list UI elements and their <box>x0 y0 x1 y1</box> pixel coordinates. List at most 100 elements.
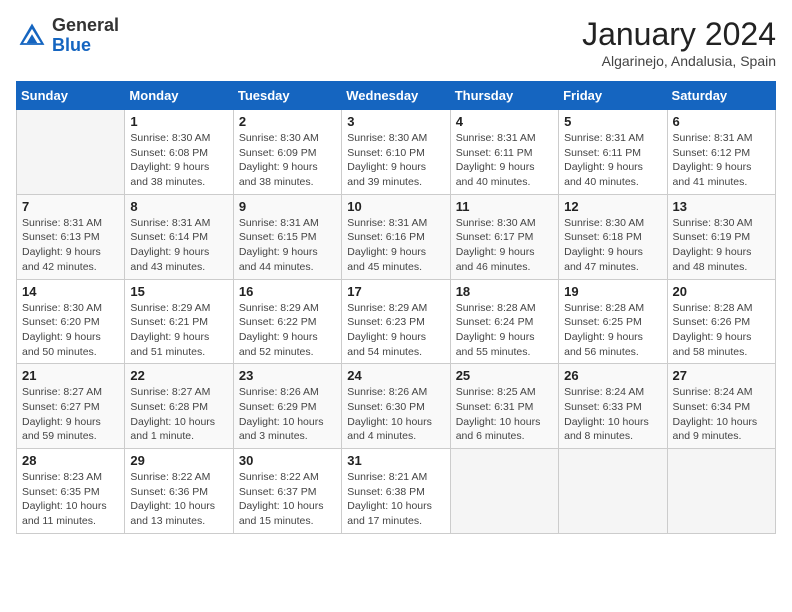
day-info: Sunrise: 8:22 AMSunset: 6:36 PMDaylight:… <box>130 470 227 529</box>
day-number: 26 <box>564 368 661 383</box>
day-number: 12 <box>564 199 661 214</box>
calendar-week-row: 1Sunrise: 8:30 AMSunset: 6:08 PMDaylight… <box>17 110 776 195</box>
page-header: General Blue January 2024 Algarinejo, An… <box>16 16 776 69</box>
weekday-header: Sunday <box>17 82 125 110</box>
calendar-day-cell: 13Sunrise: 8:30 AMSunset: 6:19 PMDayligh… <box>667 194 775 279</box>
day-number: 22 <box>130 368 227 383</box>
calendar-day-cell: 20 Sunrise: 8:28 AMSunset: 6:26 PMDayligh… <box>667 279 775 364</box>
day-info: Sunrise: 8:31 AMSunset: 6:15 PMDaylight:… <box>239 216 336 275</box>
day-info: Sunrise: 8:31 AMSunset: 6:12 PMDaylight:… <box>673 131 770 190</box>
day-number: 7 <box>22 199 119 214</box>
day-number: 15 <box>130 284 227 299</box>
calendar-day-cell: 16 Sunrise: 8:29 AMSunset: 6:22 PMDayligh… <box>233 279 341 364</box>
calendar-day-cell: 18Sunrise: 8:28 AMSunset: 6:24 PMDayligh… <box>450 279 558 364</box>
day-number: 2 <box>239 114 336 129</box>
day-number: 14 <box>22 284 119 299</box>
day-number: 17 <box>347 284 444 299</box>
logo-blue-text: Blue <box>52 35 91 55</box>
weekday-header: Monday <box>125 82 233 110</box>
day-info: Sunrise: 8:30 AMSunset: 6:08 PMDaylight:… <box>130 131 227 190</box>
calendar-day-cell: 31 Sunrise: 8:21 AMSunset: 6:38 PMDayligh… <box>342 449 450 534</box>
day-number: 27 <box>673 368 770 383</box>
day-info: Sunrise: 8:21 AMSunset: 6:38 PMDaylight:… <box>347 470 444 529</box>
logo-general-text: General <box>52 15 119 35</box>
weekday-header: Thursday <box>450 82 558 110</box>
calendar-table: SundayMondayTuesdayWednesdayThursdayFrid… <box>16 81 776 534</box>
day-number: 24 <box>347 368 444 383</box>
day-info: Sunrise: 8:26 AMSunset: 6:29 PMDaylight:… <box>239 385 336 444</box>
calendar-day-cell: 26Sunrise: 8:24 AMSunset: 6:33 PMDayligh… <box>559 364 667 449</box>
day-info: Sunrise: 8:28 AMSunset: 6:25 PMDaylight:… <box>564 301 661 360</box>
day-info: Sunrise: 8:31 AMSunset: 6:11 PMDaylight:… <box>456 131 553 190</box>
day-info: Sunrise: 8:29 AMSunset: 6:21 PMDaylight:… <box>130 301 227 360</box>
calendar-day-cell: 11Sunrise: 8:30 AMSunset: 6:17 PMDayligh… <box>450 194 558 279</box>
calendar-header: SundayMondayTuesdayWednesdayThursdayFrid… <box>17 82 776 110</box>
day-number: 8 <box>130 199 227 214</box>
day-info: Sunrise: 8:28 AMSunset: 6:26 PMDaylight:… <box>673 301 770 360</box>
day-info: Sunrise: 8:23 AMSunset: 6:35 PMDaylight:… <box>22 470 119 529</box>
day-info: Sunrise: 8:24 AMSunset: 6:34 PMDaylight:… <box>673 385 770 444</box>
day-number: 28 <box>22 453 119 468</box>
calendar-day-cell: 4Sunrise: 8:31 AMSunset: 6:11 PMDaylight… <box>450 110 558 195</box>
logo: General Blue <box>16 16 119 56</box>
calendar-day-cell: 9Sunrise: 8:31 AMSunset: 6:15 PMDaylight… <box>233 194 341 279</box>
day-info: Sunrise: 8:26 AMSunset: 6:30 PMDaylight:… <box>347 385 444 444</box>
weekday-header: Tuesday <box>233 82 341 110</box>
calendar-day-cell: 27 Sunrise: 8:24 AMSunset: 6:34 PMDayligh… <box>667 364 775 449</box>
calendar-week-row: 21 Sunrise: 8:27 AMSunset: 6:27 PMDayligh… <box>17 364 776 449</box>
day-info: Sunrise: 8:30 AMSunset: 6:09 PMDaylight:… <box>239 131 336 190</box>
calendar-day-cell: 23 Sunrise: 8:26 AMSunset: 6:29 PMDayligh… <box>233 364 341 449</box>
day-number: 6 <box>673 114 770 129</box>
calendar-week-row: 7 Sunrise: 8:31 AMSunset: 6:13 PMDaylight… <box>17 194 776 279</box>
calendar-day-cell: 25 Sunrise: 8:25 AMSunset: 6:31 PMDayligh… <box>450 364 558 449</box>
day-info: Sunrise: 8:31 AMSunset: 6:13 PMDaylight:… <box>22 216 119 275</box>
day-number: 5 <box>564 114 661 129</box>
day-info: Sunrise: 8:29 AMSunset: 6:23 PMDaylight:… <box>347 301 444 360</box>
day-info: Sunrise: 8:27 AMSunset: 6:28 PMDaylight:… <box>130 385 227 444</box>
day-info: Sunrise: 8:30 AMSunset: 6:10 PMDaylight:… <box>347 131 444 190</box>
calendar-day-cell: 7 Sunrise: 8:31 AMSunset: 6:13 PMDaylight… <box>17 194 125 279</box>
day-number: 31 <box>347 453 444 468</box>
day-info: Sunrise: 8:30 AMSunset: 6:18 PMDaylight:… <box>564 216 661 275</box>
logo-icon <box>16 20 48 52</box>
day-number: 25 <box>456 368 553 383</box>
calendar-body: 1Sunrise: 8:30 AMSunset: 6:08 PMDaylight… <box>17 110 776 534</box>
day-number: 10 <box>347 199 444 214</box>
day-info: Sunrise: 8:30 AMSunset: 6:20 PMDaylight:… <box>22 301 119 360</box>
calendar-day-cell <box>17 110 125 195</box>
calendar-day-cell: 2 Sunrise: 8:30 AMSunset: 6:09 PMDaylight… <box>233 110 341 195</box>
day-number: 19 <box>564 284 661 299</box>
calendar-day-cell: 6 Sunrise: 8:31 AMSunset: 6:12 PMDaylight… <box>667 110 775 195</box>
weekday-header: Saturday <box>667 82 775 110</box>
calendar-week-row: 28 Sunrise: 8:23 AMSunset: 6:35 PMDayligh… <box>17 449 776 534</box>
calendar-day-cell: 3 Sunrise: 8:30 AMSunset: 6:10 PMDaylight… <box>342 110 450 195</box>
calendar-day-cell <box>450 449 558 534</box>
day-number: 23 <box>239 368 336 383</box>
calendar-day-cell: 12 Sunrise: 8:30 AMSunset: 6:18 PMDayligh… <box>559 194 667 279</box>
calendar-day-cell: 14 Sunrise: 8:30 AMSunset: 6:20 PMDayligh… <box>17 279 125 364</box>
calendar-day-cell: 8 Sunrise: 8:31 AMSunset: 6:14 PMDaylight… <box>125 194 233 279</box>
day-number: 30 <box>239 453 336 468</box>
day-info: Sunrise: 8:25 AMSunset: 6:31 PMDaylight:… <box>456 385 553 444</box>
day-number: 11 <box>456 199 553 214</box>
day-number: 20 <box>673 284 770 299</box>
day-number: 3 <box>347 114 444 129</box>
calendar-day-cell: 17 Sunrise: 8:29 AMSunset: 6:23 PMDayligh… <box>342 279 450 364</box>
calendar-day-cell: 19 Sunrise: 8:28 AMSunset: 6:25 PMDayligh… <box>559 279 667 364</box>
day-info: Sunrise: 8:29 AMSunset: 6:22 PMDaylight:… <box>239 301 336 360</box>
day-number: 13 <box>673 199 770 214</box>
day-info: Sunrise: 8:31 AMSunset: 6:11 PMDaylight:… <box>564 131 661 190</box>
day-info: Sunrise: 8:27 AMSunset: 6:27 PMDaylight:… <box>22 385 119 444</box>
weekday-row: SundayMondayTuesdayWednesdayThursdayFrid… <box>17 82 776 110</box>
calendar-day-cell: 1Sunrise: 8:30 AMSunset: 6:08 PMDaylight… <box>125 110 233 195</box>
calendar-day-cell: 22 Sunrise: 8:27 AMSunset: 6:28 PMDayligh… <box>125 364 233 449</box>
day-info: Sunrise: 8:31 AMSunset: 6:16 PMDaylight:… <box>347 216 444 275</box>
day-number: 16 <box>239 284 336 299</box>
weekday-header: Friday <box>559 82 667 110</box>
month-title: January 2024 <box>582 16 776 53</box>
day-info: Sunrise: 8:31 AMSunset: 6:14 PMDaylight:… <box>130 216 227 275</box>
weekday-header: Wednesday <box>342 82 450 110</box>
calendar-day-cell: 10 Sunrise: 8:31 AMSunset: 6:16 PMDayligh… <box>342 194 450 279</box>
calendar-day-cell: 29Sunrise: 8:22 AMSunset: 6:36 PMDayligh… <box>125 449 233 534</box>
day-number: 21 <box>22 368 119 383</box>
